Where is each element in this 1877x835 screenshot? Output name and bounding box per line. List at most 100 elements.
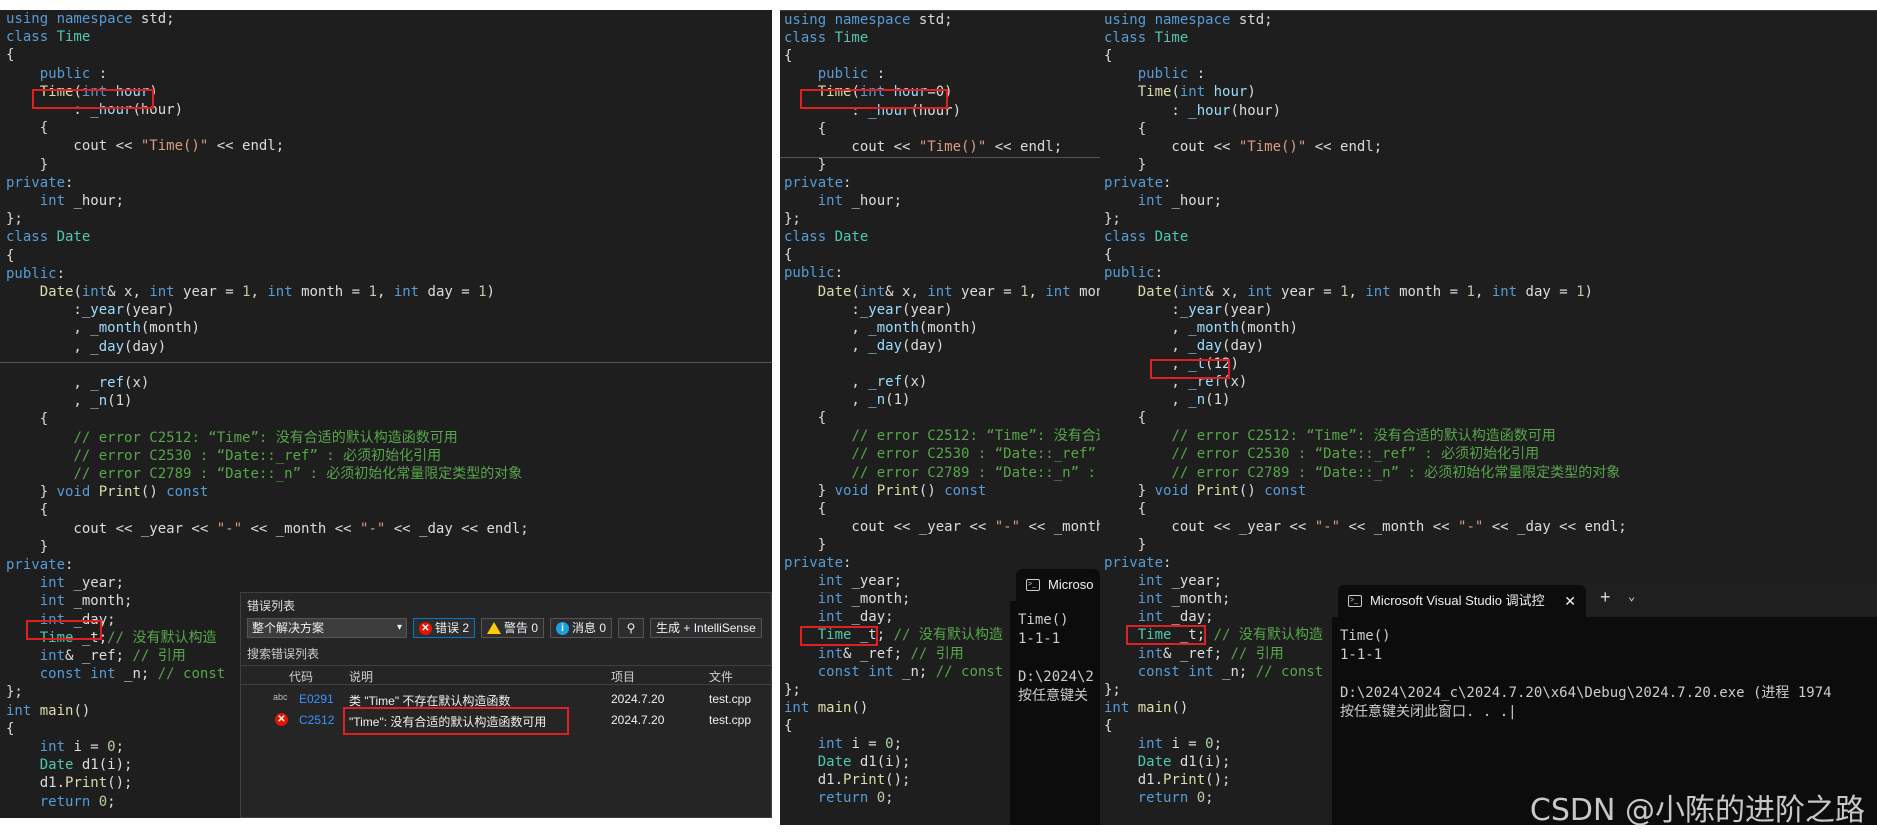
- code-line[interactable]: // error C2789 : “Date::_n” : 必须初始化常量限定类…: [6, 465, 522, 483]
- code-line[interactable]: Date d1(i);: [784, 753, 911, 771]
- code-editor-panel-3[interactable]: using namespace std; class Time{ public :…: [1100, 10, 1877, 825]
- error-list-window[interactable]: 错误列表 整个解决方案 ▾ ✕ 错误 2 警告 0 i 消息 0 ⚲ 生成 + Int…: [240, 592, 772, 818]
- error-list-search[interactable]: 搜索错误列表: [247, 645, 319, 662]
- code-line[interactable]: int main(): [6, 702, 90, 720]
- code-line[interactable]: {: [1104, 500, 1146, 518]
- code-line[interactable]: return 0;: [1104, 789, 1214, 807]
- code-line[interactable]: public:: [784, 264, 843, 282]
- code-line[interactable]: return 0;: [6, 793, 116, 811]
- col-desc[interactable]: 说明: [349, 668, 373, 685]
- code-line[interactable]: {: [784, 47, 792, 65]
- code-line[interactable]: Date(int& x, int year = 1, int month =: [784, 283, 1100, 301]
- code-line[interactable]: , _month(month): [1104, 319, 1297, 337]
- code-line[interactable]: Date(int& x, int year = 1, int month = 1…: [1104, 283, 1593, 301]
- code-line[interactable]: private:: [784, 174, 851, 192]
- code-line[interactable]: cout << _year << "-" << _month << "-" <<…: [6, 520, 528, 538]
- code-line[interactable]: public:: [1104, 264, 1163, 282]
- close-icon[interactable]: ✕: [1564, 585, 1576, 617]
- code-line[interactable]: public :: [1104, 65, 1205, 83]
- console-tab[interactable]: >_ Microso: [1016, 569, 1100, 601]
- code-line[interactable]: int _hour;: [784, 192, 902, 210]
- code-line[interactable]: }: [784, 156, 826, 174]
- chevron-down-icon[interactable]: ⌄: [1628, 589, 1635, 603]
- code-line[interactable]: int _day;: [6, 611, 116, 629]
- code-line[interactable]: cout << "Time()" << endl;: [1104, 138, 1382, 156]
- code-line[interactable]: using namespace std;: [1104, 11, 1273, 29]
- code-line[interactable]: };: [6, 683, 23, 701]
- code-line[interactable]: };: [784, 681, 801, 699]
- code-line[interactable]: return 0;: [784, 789, 894, 807]
- code-line[interactable]: }: [1104, 536, 1146, 554]
- code-line[interactable]: , _ref(x): [1104, 373, 1247, 391]
- code-line[interactable]: // error C2512: “Time”: 没有合适的默认构造函数可用: [6, 429, 457, 447]
- code-line[interactable]: , _day(day): [6, 338, 166, 356]
- code-line[interactable]: const int _n; // const: [784, 663, 1003, 681]
- code-line[interactable]: cout << "Time()" << endl;: [784, 138, 1062, 156]
- code-line[interactable]: {: [784, 500, 826, 518]
- code-line[interactable]: // error C2530 : “Date::_ref” : 必: [784, 445, 1100, 463]
- code-line[interactable]: class Time: [1104, 29, 1188, 47]
- error-code[interactable]: E0291: [299, 692, 334, 706]
- code-line[interactable]: int& _ref; // 引用: [6, 647, 186, 665]
- code-line[interactable]: int _month;: [6, 592, 133, 610]
- console-tab[interactable]: >_ Microsoft Visual Studio 调试控 ✕: [1338, 585, 1586, 617]
- code-line[interactable]: int _hour;: [1104, 192, 1222, 210]
- code-line[interactable]: cout << _year << "-" << _month << "-" <<…: [1104, 518, 1626, 536]
- code-line[interactable]: Date d1(i);: [1104, 753, 1231, 771]
- code-line[interactable]: Time _t;// 没有默认构造: [6, 629, 217, 647]
- col-code[interactable]: 代码: [289, 668, 313, 685]
- code-line[interactable]: , _t(12): [1104, 355, 1238, 373]
- code-line[interactable]: } void Print() const: [6, 483, 209, 501]
- code-line[interactable]: : _hour(hour): [1104, 102, 1281, 120]
- errors-filter-button[interactable]: ✕ 错误 2: [413, 618, 476, 638]
- code-line[interactable]: Date d1(i);: [6, 756, 133, 774]
- code-line[interactable]: {: [6, 720, 14, 738]
- code-line[interactable]: {: [784, 120, 826, 138]
- error-row[interactable]: ✕ C2512 "Time": 没有合适的默认构造函数可用 2024.7.20 …: [241, 711, 771, 731]
- code-line[interactable]: // error C2512: “Time”: 没有合适的默认构造函数可用: [1104, 427, 1555, 445]
- code-line[interactable]: cout << _year << "-" << _month << ": [784, 518, 1100, 536]
- col-file[interactable]: 文件: [709, 668, 733, 685]
- code-line[interactable]: }: [6, 156, 48, 174]
- code-line[interactable]: , _month(month): [6, 319, 199, 337]
- scope-select[interactable]: 整个解决方案 ▾: [247, 618, 407, 638]
- code-line[interactable]: };: [784, 210, 801, 228]
- code-line[interactable]: public :: [6, 65, 107, 83]
- error-code[interactable]: C2512: [299, 713, 334, 727]
- code-line[interactable]: , _day(day): [784, 337, 944, 355]
- code-line[interactable]: Time(int hour): [1104, 83, 1256, 101]
- code-line[interactable]: class Date: [784, 228, 868, 246]
- code-line[interactable]: } void Print() const: [784, 482, 987, 500]
- code-line[interactable]: int _hour;: [6, 192, 124, 210]
- code-line[interactable]: class Date: [6, 228, 90, 246]
- code-line[interactable]: {: [6, 410, 48, 428]
- code-line[interactable]: int _day;: [1104, 608, 1214, 626]
- code-line[interactable]: {: [784, 409, 826, 427]
- code-line[interactable]: int& _ref; // 引用: [1104, 645, 1284, 663]
- code-line[interactable]: };: [1104, 681, 1121, 699]
- code-editor-panel-2[interactable]: using namespace std; class Time{ public :…: [780, 10, 1100, 825]
- code-line[interactable]: int _day;: [784, 608, 894, 626]
- code-line[interactable]: {: [784, 246, 792, 264]
- col-project[interactable]: 项目: [611, 668, 635, 685]
- code-line[interactable]: // error C2789 : “Date::_n” : 必须: [784, 464, 1100, 482]
- code-line[interactable]: {: [1104, 47, 1112, 65]
- code-line[interactable]: private:: [6, 174, 73, 192]
- code-line[interactable]: {: [784, 717, 792, 735]
- code-line[interactable]: public :: [784, 65, 885, 83]
- code-line[interactable]: // error C2789 : “Date::_n” : 必须初始化常量限定类…: [1104, 464, 1620, 482]
- messages-filter-button[interactable]: i 消息 0: [550, 618, 613, 638]
- code-line[interactable]: int i = 0;: [6, 738, 124, 756]
- code-line[interactable]: } void Print() const: [1104, 482, 1307, 500]
- filter-button[interactable]: ⚲: [618, 618, 645, 638]
- code-line[interactable]: private:: [1104, 554, 1171, 572]
- code-line[interactable]: cout << "Time()" << endl;: [6, 137, 284, 155]
- code-line[interactable]: , _day(day): [1104, 337, 1264, 355]
- code-line[interactable]: private:: [6, 556, 73, 574]
- code-line[interactable]: // error C2530 : “Date::_ref” : 必须初始化引用: [6, 447, 441, 465]
- build-source-select[interactable]: 生成 + IntelliSense: [650, 618, 762, 638]
- code-line[interactable]: const int _n; // const: [6, 665, 225, 683]
- code-line[interactable]: :_year(year): [1104, 301, 1272, 319]
- code-line[interactable]: using namespace std;: [6, 10, 175, 28]
- code-line[interactable]: int i = 0;: [784, 735, 902, 753]
